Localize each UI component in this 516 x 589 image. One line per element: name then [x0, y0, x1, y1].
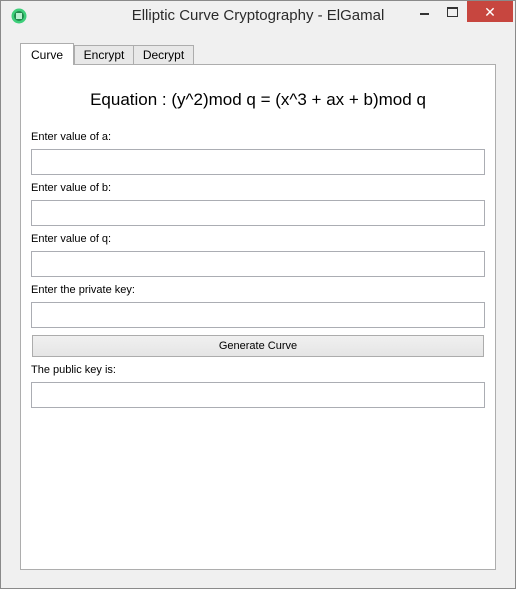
maximize-icon [446, 6, 458, 17]
value-a-label: Enter value of a: [31, 131, 112, 143]
title-bar[interactable]: Elliptic Curve Cryptography - ElGamal ✕ [1, 1, 515, 31]
minimize-button[interactable] [409, 1, 439, 22]
value-q-input[interactable] [31, 251, 485, 277]
private-key-input[interactable] [31, 302, 485, 328]
tab-decrypt[interactable]: Decrypt [133, 45, 194, 64]
close-button[interactable]: ✕ [467, 1, 513, 22]
value-a-input[interactable] [31, 149, 485, 175]
generate-curve-button[interactable]: Generate Curve [32, 335, 484, 357]
curve-panel: Equation : (y^2)mod q = (x^3 + ax + b)mo… [20, 64, 496, 570]
private-key-label: Enter the private key: [31, 284, 135, 296]
public-key-output[interactable] [31, 382, 485, 408]
tab-encrypt[interactable]: Encrypt [74, 45, 134, 64]
close-icon: ✕ [484, 3, 496, 20]
public-key-label: The public key is: [31, 364, 116, 376]
minimize-icon [419, 12, 429, 15]
value-b-input[interactable] [31, 200, 485, 226]
value-b-label: Enter value of b: [31, 182, 112, 194]
equation-label: Equation : (y^2)mod q = (x^3 + ax + b)mo… [90, 90, 426, 109]
maximize-button[interactable] [437, 1, 467, 22]
main-window: Elliptic Curve Cryptography - ElGamal ✕ … [0, 0, 516, 589]
value-q-label: Enter value of q: [31, 233, 112, 245]
tab-curve[interactable]: Curve [20, 43, 74, 65]
